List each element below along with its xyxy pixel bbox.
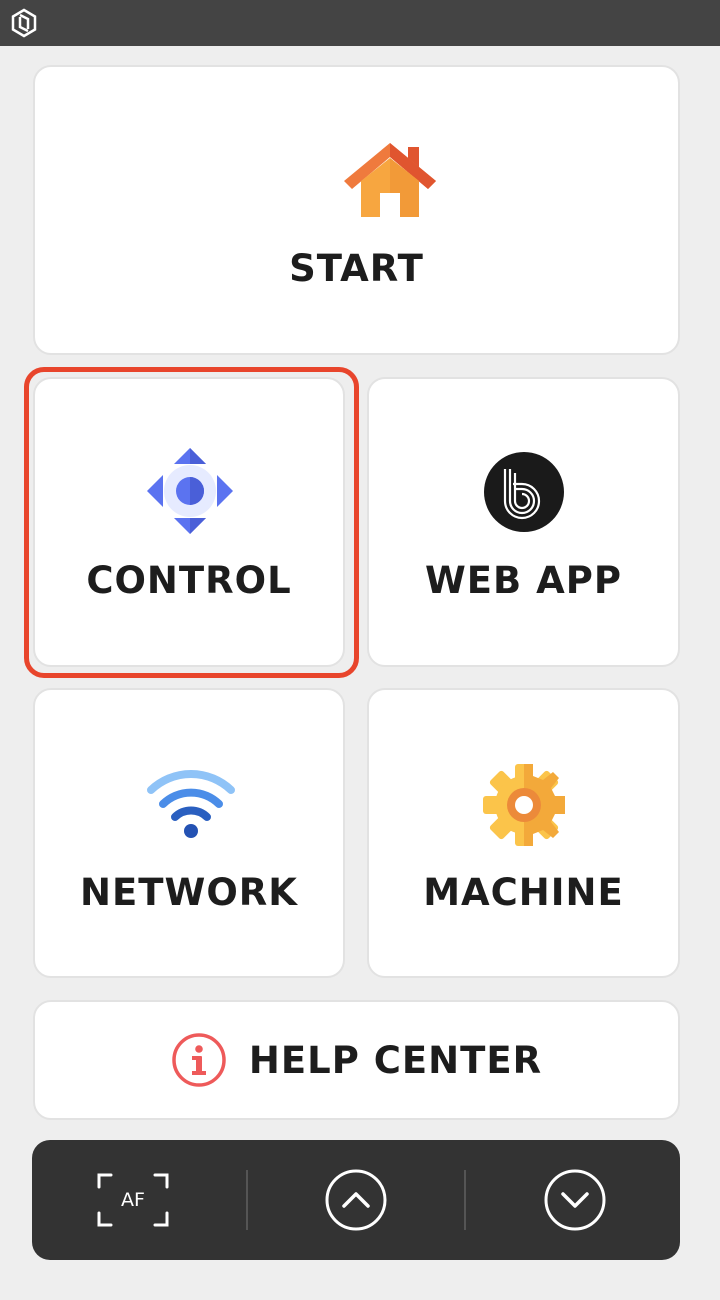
control-label: CONTROL bbox=[86, 559, 292, 602]
app-logo-icon bbox=[11, 8, 37, 38]
machine-button[interactable]: MACHINE bbox=[367, 688, 680, 978]
chevron-up-circle-icon bbox=[325, 1169, 387, 1231]
wifi-icon bbox=[147, 770, 235, 838]
control-button[interactable]: CONTROL bbox=[33, 377, 345, 667]
toolbar-divider bbox=[464, 1170, 466, 1230]
bottom-toolbar: AF bbox=[32, 1140, 680, 1260]
top-bar bbox=[0, 0, 720, 46]
web-app-button[interactable]: WEB APP bbox=[367, 377, 680, 667]
machine-label: MACHINE bbox=[423, 871, 624, 914]
directional-pad-icon bbox=[147, 448, 233, 534]
help-center-button[interactable]: HELP CENTER bbox=[33, 1000, 680, 1120]
chevron-down-circle-icon bbox=[544, 1169, 606, 1231]
network-button[interactable]: NETWORK bbox=[33, 688, 345, 978]
info-icon bbox=[172, 1033, 226, 1087]
web-app-logo-icon bbox=[484, 452, 564, 532]
help-center-label: HELP CENTER bbox=[248, 1038, 543, 1082]
autofocus-button[interactable]: AF bbox=[97, 1168, 169, 1232]
house-icon bbox=[344, 143, 436, 217]
start-label: START bbox=[289, 247, 424, 290]
start-button[interactable]: START bbox=[33, 65, 680, 355]
autofocus-label: AF bbox=[121, 1189, 145, 1211]
scroll-down-button[interactable] bbox=[543, 1168, 607, 1232]
scroll-up-button[interactable] bbox=[324, 1168, 388, 1232]
network-label: NETWORK bbox=[80, 871, 298, 914]
toolbar-divider bbox=[246, 1170, 248, 1230]
gear-icon bbox=[483, 764, 565, 846]
web-app-label: WEB APP bbox=[424, 559, 623, 602]
